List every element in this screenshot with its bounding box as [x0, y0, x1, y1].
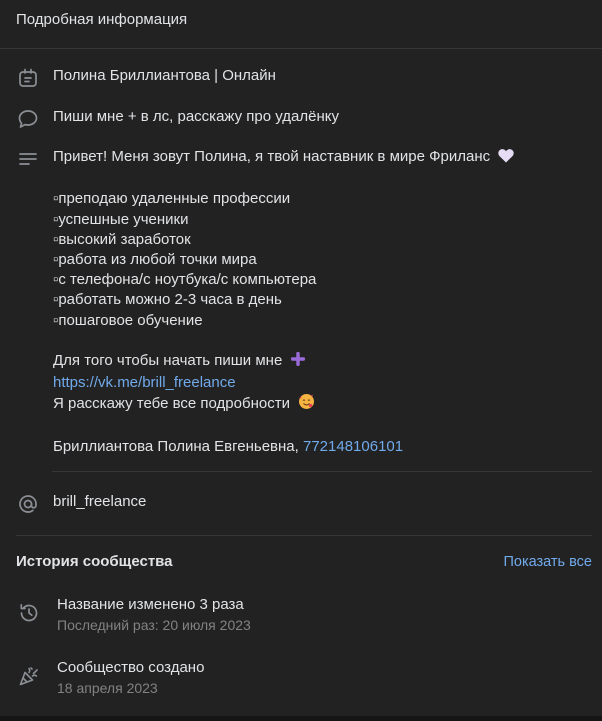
bullet-item: ▫пошаговое обучение: [53, 311, 203, 329]
bullet-item: ▫работа из любой точки мира: [53, 251, 257, 268]
owner-line: Бриллиантова Полина Евгеньевна, 77214810…: [53, 437, 514, 457]
info-row-message: Пиши мне + в лс, расскажу про удалёнку: [0, 107, 602, 131]
details-text: Я расскажу тебе все подробности: [53, 395, 290, 413]
details-line: Я расскажу тебе все подробности: [53, 393, 514, 416]
owner-name: Бриллиантова Полина Евгеньевна,: [53, 437, 299, 455]
bullet-item: ▫с телефона/с ноутбука/с компьютера: [53, 271, 317, 289]
history-item-title: Сообщество создано: [57, 659, 205, 676]
status-title: Полина Бриллиантова | Онлайн: [53, 67, 276, 84]
bottom-edge: [0, 716, 602, 721]
history-item: Сообщество создано 18 апреля 2023: [0, 658, 602, 698]
username[interactable]: brill_freelance: [53, 492, 146, 512]
divider: [52, 471, 592, 472]
history-header: История сообщества Показать все: [16, 553, 592, 570]
page-title: Подробная информация: [16, 11, 188, 28]
community-description: Привет! Меня зовут Полина, я твой настав…: [53, 147, 514, 457]
info-row-username: brill_freelance: [0, 492, 602, 516]
description-intro: Привет! Меня зовут Полина, я твой настав…: [53, 148, 491, 165]
bullet-item: ▫преподаю удаленные профессии: [53, 190, 291, 208]
white-heart-icon: [498, 148, 514, 169]
status-message: Пиши мне + в лс, расскажу про удалёнку: [53, 108, 339, 125]
party-popper-icon: [17, 664, 41, 688]
history-item: Название изменено 3 раза Последний раз: …: [0, 595, 602, 635]
history-item-subtitle: Последний раз: 20 июля 2023: [57, 617, 251, 633]
bullet-item: ▫успешные ученики: [53, 210, 189, 228]
history-item-subtitle: 18 апреля 2023: [57, 680, 158, 696]
history-item-title: Название изменено 3 раза: [57, 596, 244, 613]
divider: [16, 535, 592, 536]
inn-link[interactable]: 772148106101: [303, 438, 403, 455]
description-intro-line: Привет! Меня зовут Полина, я твой настав…: [53, 147, 514, 169]
at-sign-icon: [16, 492, 40, 516]
history-icon: [17, 601, 41, 625]
plus-icon: [290, 351, 306, 373]
cta-line: Для того чтобы начать пиши мне: [53, 351, 514, 373]
history-title: История сообщества: [16, 553, 173, 570]
bullet-item: ▫работать можно 2-3 часа в день: [53, 291, 282, 309]
cta-text: Для того чтобы начать пиши мне: [53, 352, 283, 369]
show-all-button[interactable]: Показать все: [503, 554, 592, 570]
bullet-item: ▫высокий заработок: [53, 230, 191, 248]
info-row-description: Привет! Меня зовут Полина, я твой настав…: [0, 147, 602, 457]
message-bubble-icon: [16, 107, 40, 131]
calendar-status-icon: [16, 66, 40, 90]
info-row-status: Полина Бриллиантова | Онлайн: [0, 66, 602, 90]
text-lines-icon: [16, 147, 40, 171]
section-header: Подробная информация: [0, 0, 602, 49]
vk-me-link[interactable]: https://vk.me/brill_freelance: [53, 374, 236, 391]
smiling-face-hearts-icon: [298, 393, 315, 416]
